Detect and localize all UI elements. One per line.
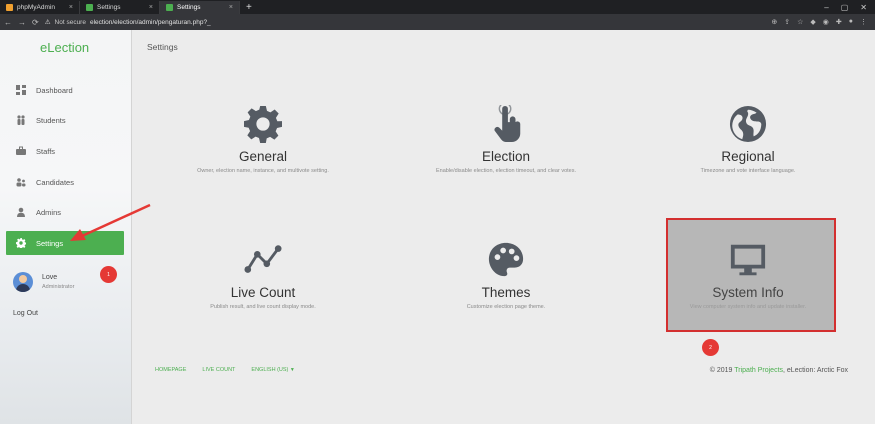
browser-toolbar: ⊕ ⇪ ☆ ◆ ◉ ✚ ● ⋮	[771, 18, 871, 26]
annotation-badge-2: 2	[702, 339, 719, 356]
reload-icon[interactable]: ⟳	[32, 18, 39, 27]
sidebar-item-candidates[interactable]: Candidates	[6, 170, 124, 194]
gear-icon	[16, 238, 26, 248]
card-title: Live Count	[230, 285, 296, 300]
globe-icon	[729, 105, 767, 143]
settings-card-themes[interactable]: Themes Customize election page theme.	[421, 241, 591, 351]
monitor-icon	[730, 244, 766, 276]
footer-link-live-count[interactable]: LIVE COUNT	[202, 367, 235, 373]
sidebar-item-label: Admins	[36, 207, 62, 217]
close-icon[interactable]: ×	[149, 4, 153, 11]
footer-link-homepage[interactable]: HOMEPAGE	[155, 367, 186, 373]
menu-icon[interactable]: ⋮	[860, 18, 867, 26]
settings-card-live-count[interactable]: Live Count Publish result, and live coun…	[178, 241, 348, 351]
settings-card-system-info[interactable]: System Info View computer system info an…	[663, 241, 833, 351]
profile-icon[interactable]: ●	[849, 18, 853, 26]
extension-icon[interactable]: ◆	[810, 18, 815, 26]
students-icon	[17, 115, 25, 125]
sidebar-item-label: Students	[36, 115, 66, 125]
page-title: Settings	[147, 42, 178, 52]
user-icon	[17, 207, 25, 217]
security-label: Not secure	[54, 18, 86, 26]
card-title: General	[238, 149, 288, 164]
sidebar-item-dashboard[interactable]: Dashboard	[6, 78, 124, 102]
star-icon[interactable]: ☆	[797, 18, 803, 26]
language-dropdown[interactable]: ENGLISH (US) ▼	[251, 367, 294, 373]
annotation-badge-1: 1	[100, 266, 117, 283]
user-profile[interactable]: Love Administrator	[13, 272, 74, 292]
close-icon[interactable]: ×	[229, 4, 233, 11]
caret-down-icon: ▼	[289, 367, 295, 373]
card-title: Themes	[481, 285, 531, 300]
avatar	[13, 272, 33, 292]
address-bar: ← → ⟳ ⚠ Not secure election/election/adm…	[0, 14, 875, 30]
puzzle-icon[interactable]: ✚	[836, 18, 842, 26]
new-tab-button[interactable]: +	[240, 1, 258, 14]
card-title: Election	[481, 149, 531, 164]
logout-link[interactable]: Log Out	[13, 310, 38, 317]
sidebar-item-label: Staffs	[36, 146, 56, 156]
sidebar-item-label: Candidates	[36, 177, 74, 187]
user-role: Administrator	[42, 284, 75, 290]
zoom-icon[interactable]: ⊕	[771, 18, 777, 26]
palette-icon	[488, 242, 524, 277]
sidebar-item-staffs[interactable]: Staffs	[6, 139, 124, 163]
user-name: Love	[42, 274, 58, 281]
election-favicon-icon	[86, 4, 93, 11]
main-content: Settings General Owner, election name, i…	[133, 30, 875, 424]
hand-pointer-icon	[494, 105, 521, 143]
extension-icon[interactable]: ◉	[823, 18, 829, 26]
share-icon[interactable]: ⇪	[784, 18, 790, 26]
sidebar-item-admins[interactable]: Admins	[6, 200, 124, 224]
election-favicon-icon	[166, 4, 173, 11]
omnibox[interactable]: ⚠ Not secure election/election/admin/pen…	[44, 18, 211, 27]
settings-card-general[interactable]: General Owner, election name, instance, …	[178, 105, 348, 215]
sidebar-item-settings[interactable]: Settings	[6, 231, 124, 255]
dashboard-icon	[16, 85, 26, 95]
card-description: Timezone and vote interface language.	[700, 168, 796, 174]
sidebar: eLection Dashboard Students Staffs Candi…	[0, 30, 132, 424]
card-description: Enable/disable election, election timeou…	[435, 168, 577, 174]
close-icon[interactable]: ×	[69, 4, 73, 11]
card-title: Regional	[721, 149, 775, 164]
card-description: Publish result, and live count display m…	[210, 304, 316, 310]
sidebar-item-label: Dashboard	[36, 85, 73, 95]
footer-links: HOMEPAGE LIVE COUNT ENGLISH (US) ▼	[155, 367, 295, 373]
settings-card-regional[interactable]: Regional Timezone and vote interface lan…	[663, 105, 833, 215]
card-description: Owner, election name, instance, and mult…	[197, 168, 329, 174]
browser-tab-bar: phpMyAdmin × Settings × Settings × + – ▢…	[0, 0, 875, 14]
sidebar-item-students[interactable]: Students	[6, 108, 124, 132]
sidebar-item-label: Settings	[36, 238, 64, 248]
card-description: Customize election page theme.	[466, 304, 546, 310]
url-text[interactable]: election/election/admin/pengaturan.php?_	[90, 19, 211, 26]
maximize-icon[interactable]: ▢	[841, 1, 849, 14]
minimize-icon[interactable]: –	[824, 1, 828, 14]
settings-card-election[interactable]: Election Enable/disable election, electi…	[421, 105, 591, 215]
forward-icon[interactable]: →	[18, 18, 26, 27]
close-window-icon[interactable]: ✕	[860, 1, 867, 14]
briefcase-icon	[16, 146, 26, 155]
copyright: © 2019 Tripath Projects, eLection: Arcti…	[709, 367, 848, 374]
back-icon[interactable]: ←	[4, 18, 12, 27]
gear-icon	[244, 105, 282, 143]
window-controls: – ▢ ✕	[824, 1, 875, 14]
brand-logo[interactable]: eLection	[40, 40, 89, 55]
phpmyadmin-favicon-icon	[6, 4, 13, 11]
tripath-link[interactable]: Tripath Projects	[734, 367, 783, 374]
warning-icon: ⚠	[44, 19, 51, 26]
line-chart-icon	[244, 245, 282, 273]
browser-tab-settings-1[interactable]: Settings ×	[80, 1, 160, 14]
candidates-icon	[16, 178, 26, 187]
card-title: System Info	[712, 285, 784, 300]
browser-tab-phpmyadmin[interactable]: phpMyAdmin ×	[0, 1, 80, 14]
browser-tab-settings-2[interactable]: Settings ×	[160, 1, 240, 14]
card-description: View computer system info and update ins…	[689, 304, 807, 310]
